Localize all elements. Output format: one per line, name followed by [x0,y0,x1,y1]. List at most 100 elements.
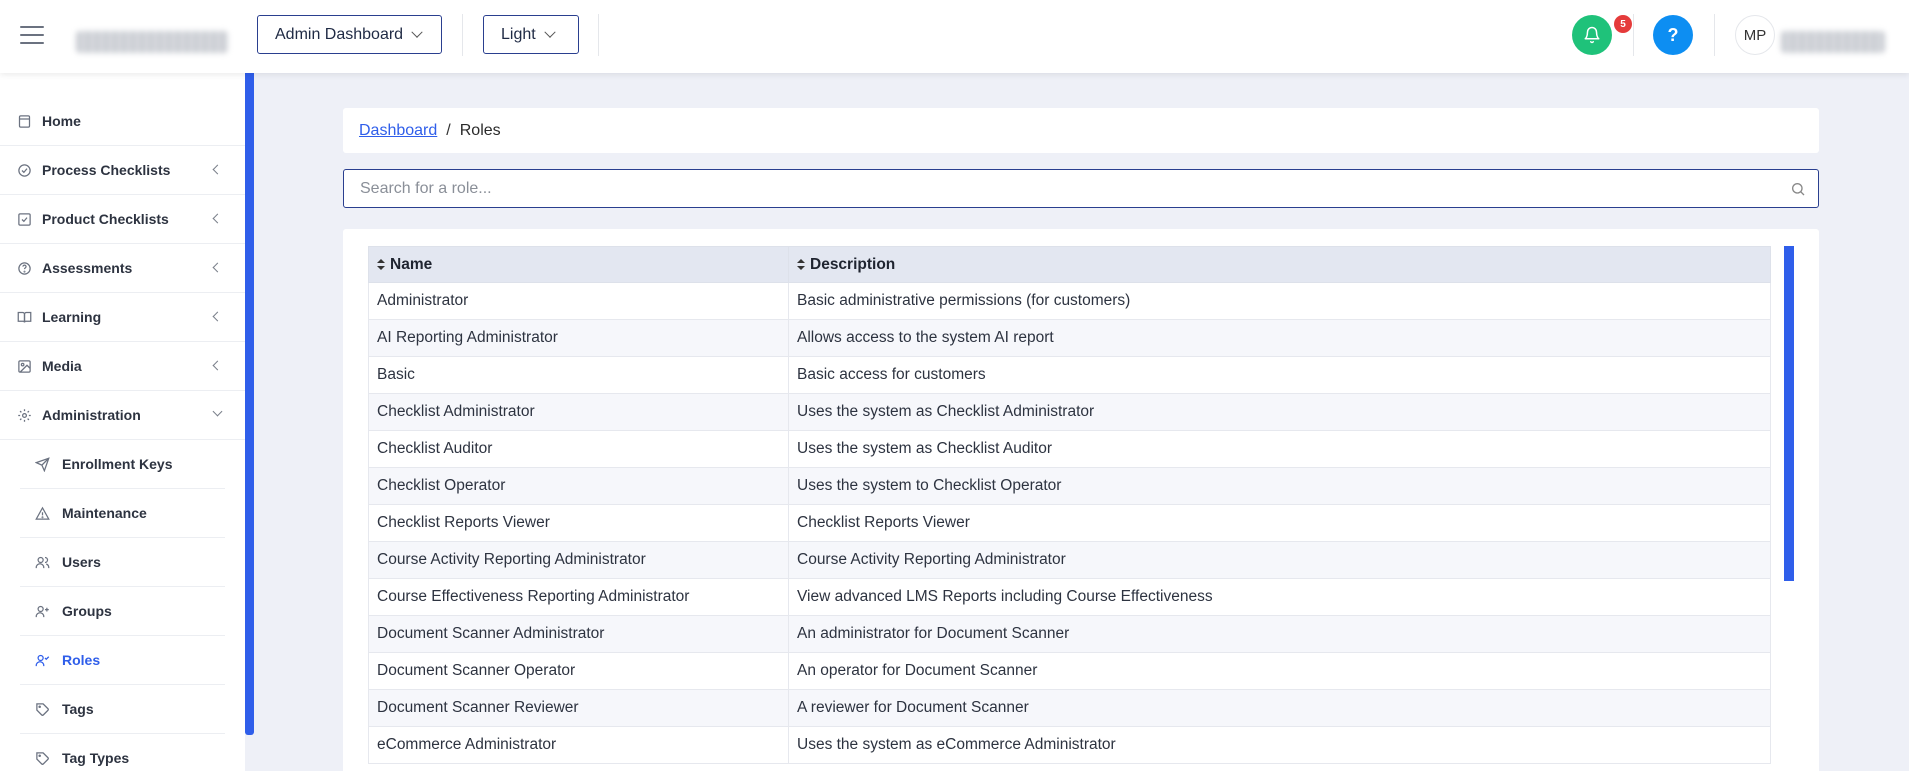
book-icon [16,309,32,325]
chevron-left-icon [212,213,223,224]
sidebar-item-roles[interactable]: Roles [20,636,225,685]
divider [1714,14,1715,56]
menu-icon[interactable] [20,26,44,44]
table-row[interactable]: Document Scanner Operator An operator for… [368,652,1771,690]
notifications-button[interactable] [1572,15,1612,55]
notification-badge: 5 [1614,15,1632,33]
sidebar-item-label: Media [42,358,82,374]
top-bar: Admin Dashboard Light 5 ? MP [0,0,1909,73]
role-description-cell: Uses the system to Checklist Operator [788,467,1771,505]
role-name-cell: Course Activity Reporting Administrator [368,541,789,579]
sidebar-item-tag-types[interactable]: Tag Types [20,734,225,771]
chevron-down-icon [544,26,556,38]
theme-select[interactable]: Light [483,15,579,54]
sidebar-item-label: Process Checklists [42,162,171,178]
role-description-cell: An administrator for Document Scanner [788,615,1771,653]
table-row[interactable]: Basic Basic access for customers [368,356,1771,394]
role-name-cell: Checklist Operator [368,467,789,505]
column-header-name[interactable]: Name [368,246,789,283]
check-circle-icon [16,162,32,178]
role-name-cell: Administrator [368,282,789,320]
table-row[interactable]: Course Activity Reporting Administrator C… [368,541,1771,579]
sidebar-item-label: Roles [62,652,101,668]
sidebar-item-assessments[interactable]: Assessments [0,244,245,293]
chevron-left-icon [212,311,223,322]
home-icon [16,113,32,129]
sidebar-item-label: Enrollment Keys [62,456,173,472]
sidebar-scrollbar[interactable] [245,73,254,735]
tag-icon [34,701,50,717]
help-button[interactable]: ? [1653,15,1693,55]
sidebar-item-label: Home [42,113,81,129]
sort-icon [797,258,805,270]
table-row[interactable]: Checklist Operator Uses the system to Che… [368,467,1771,505]
role-search [343,169,1819,208]
role-description-cell: Uses the system as Checklist Auditor [788,430,1771,468]
sidebar-item-product-checklists[interactable]: Product Checklists [0,195,245,244]
sidebar-item-label: Administration [42,407,141,423]
bell-icon [1584,26,1600,44]
sidebar-item-label: Tag Types [62,750,130,766]
breadcrumb-link-dashboard[interactable]: Dashboard [359,122,437,140]
redacted-app-name [76,31,228,53]
sidebar-item-label: Tags [62,701,94,717]
table-row[interactable]: Checklist Reports Viewer Checklist Report… [368,504,1771,542]
chevron-down-icon [212,406,223,417]
sidebar-item-label: Product Checklists [42,211,169,227]
user-check-icon [34,652,50,668]
sidebar-item-home[interactable]: Home [0,97,245,146]
table-row[interactable]: Document Scanner Administrator An adminis… [368,615,1771,653]
breadcrumb-current: Roles [459,121,501,139]
divider [598,14,599,56]
sort-icon [377,258,385,270]
check-square-icon [16,211,32,227]
sidebar-item-users[interactable]: Users [20,538,225,587]
table-header-row: Name Description [368,246,1771,283]
table-row[interactable]: Checklist Administrator Uses the system a… [368,393,1771,431]
sidebar-item-enrollment-keys[interactable]: Enrollment Keys [20,440,225,489]
sidebar-item-label: Maintenance [62,505,147,521]
table-row[interactable]: Course Effectiveness Reporting Administr… [368,578,1771,616]
dashboard-select[interactable]: Admin Dashboard [257,15,442,54]
avatar[interactable]: MP [1735,15,1775,55]
sidebar-item-maintenance[interactable]: Maintenance [20,489,225,538]
gear-icon [16,407,32,423]
role-name-cell: Basic [368,356,789,394]
sidebar: Home Process Checklists Product Checklis… [0,73,245,771]
table-row[interactable]: Document Scanner Reviewer A reviewer for … [368,689,1771,727]
role-name-cell: Document Scanner Operator [368,652,789,690]
table-row[interactable]: Administrator Basic administrative permis… [368,282,1771,320]
sidebar-item-label: Users [62,554,101,570]
breadcrumb-separator: / [446,121,451,139]
table-scrollbar[interactable] [1784,246,1794,581]
sidebar-item-media[interactable]: Media [0,342,245,391]
role-description-cell: Uses the system as eCommerce Administrat… [788,726,1771,764]
warning-icon [34,505,50,521]
search-icon[interactable] [1778,181,1818,197]
chevron-down-icon [411,26,423,38]
sidebar-item-label: Learning [42,309,102,325]
user-plus-icon [34,603,50,619]
column-header-description[interactable]: Description [788,246,1771,283]
role-name-cell: eCommerce Administrator [368,726,789,764]
sidebar-item-label: Assessments [42,260,133,276]
roles-card: Name Description Administrator Basic admi… [343,229,1819,771]
sidebar-item-tags[interactable]: Tags [20,685,225,734]
sidebar-item-process-checklists[interactable]: Process Checklists [0,146,245,195]
help-icon: ? [1667,24,1679,45]
image-icon [16,358,32,374]
sidebar-item-learning[interactable]: Learning [0,293,245,342]
role-description-cell: Course Activity Reporting Administrator [788,541,1771,579]
search-input[interactable] [344,170,1778,207]
sidebar-item-administration[interactable]: Administration [0,391,245,440]
role-description-cell: A reviewer for Document Scanner [788,689,1771,727]
sidebar-item-groups[interactable]: Groups [20,587,225,636]
table-row[interactable]: eCommerce Administrator Uses the system a… [368,726,1771,764]
question-circle-icon [16,260,32,276]
divider [462,14,463,56]
table-row[interactable]: AI Reporting Administrator Allows access … [368,319,1771,357]
role-description-cell: Basic access for customers [788,356,1771,394]
table-row[interactable]: Checklist Auditor Uses the system as Chec… [368,430,1771,468]
role-description-cell: Basic administrative permissions (for cu… [788,282,1771,320]
role-name-cell: AI Reporting Administrator [368,319,789,357]
